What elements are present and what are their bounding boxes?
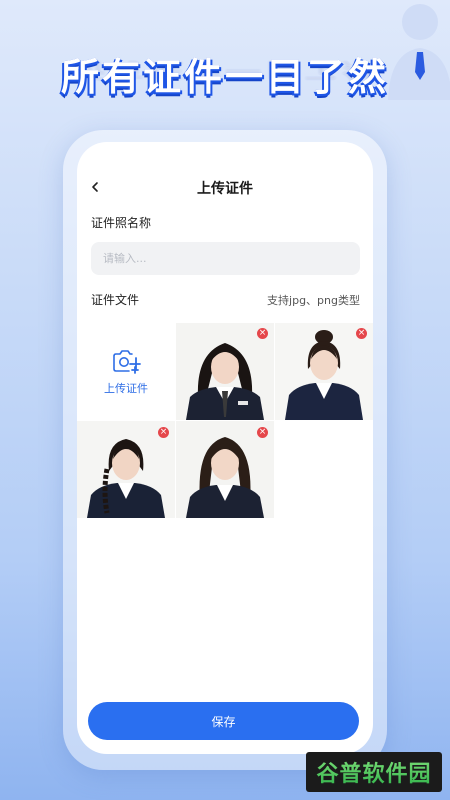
site-watermark-logo: 谷普软件园 bbox=[306, 752, 442, 792]
nav-bar: 上传证件 bbox=[77, 176, 373, 200]
delete-photo-2-icon[interactable]: × bbox=[356, 328, 367, 339]
file-label: 证件文件 bbox=[91, 293, 140, 307]
banner-title: 所有证件一目了然 bbox=[60, 55, 389, 99]
delete-photo-4-icon[interactable]: × bbox=[257, 427, 268, 438]
delete-photo-3-icon[interactable]: × bbox=[158, 427, 169, 438]
upload-label: 上传证件 bbox=[104, 381, 148, 395]
upload-button[interactable]: 上传证件 bbox=[77, 323, 175, 420]
watermark-text: 谷普软件园 bbox=[316, 756, 431, 788]
file-type-hint: 支持jpg、png类型 bbox=[267, 294, 360, 307]
delete-photo-1-icon[interactable]: × bbox=[257, 328, 268, 339]
phone-screen: 上传证件 证件照名称 证件文件 支持jpg、png类型 上传证件 bbox=[77, 142, 373, 754]
camera-add-icon bbox=[113, 349, 141, 374]
id-photo-3[interactable]: × bbox=[77, 421, 175, 518]
name-input[interactable] bbox=[91, 242, 360, 275]
page-title: 上传证件 bbox=[197, 181, 253, 197]
name-label: 证件照名称 bbox=[91, 216, 152, 230]
id-photo-1[interactable]: × bbox=[176, 323, 274, 420]
id-photo-2[interactable]: × bbox=[275, 323, 373, 420]
id-photo-4[interactable]: × bbox=[176, 421, 274, 518]
save-button[interactable]: 保存 bbox=[88, 702, 359, 740]
